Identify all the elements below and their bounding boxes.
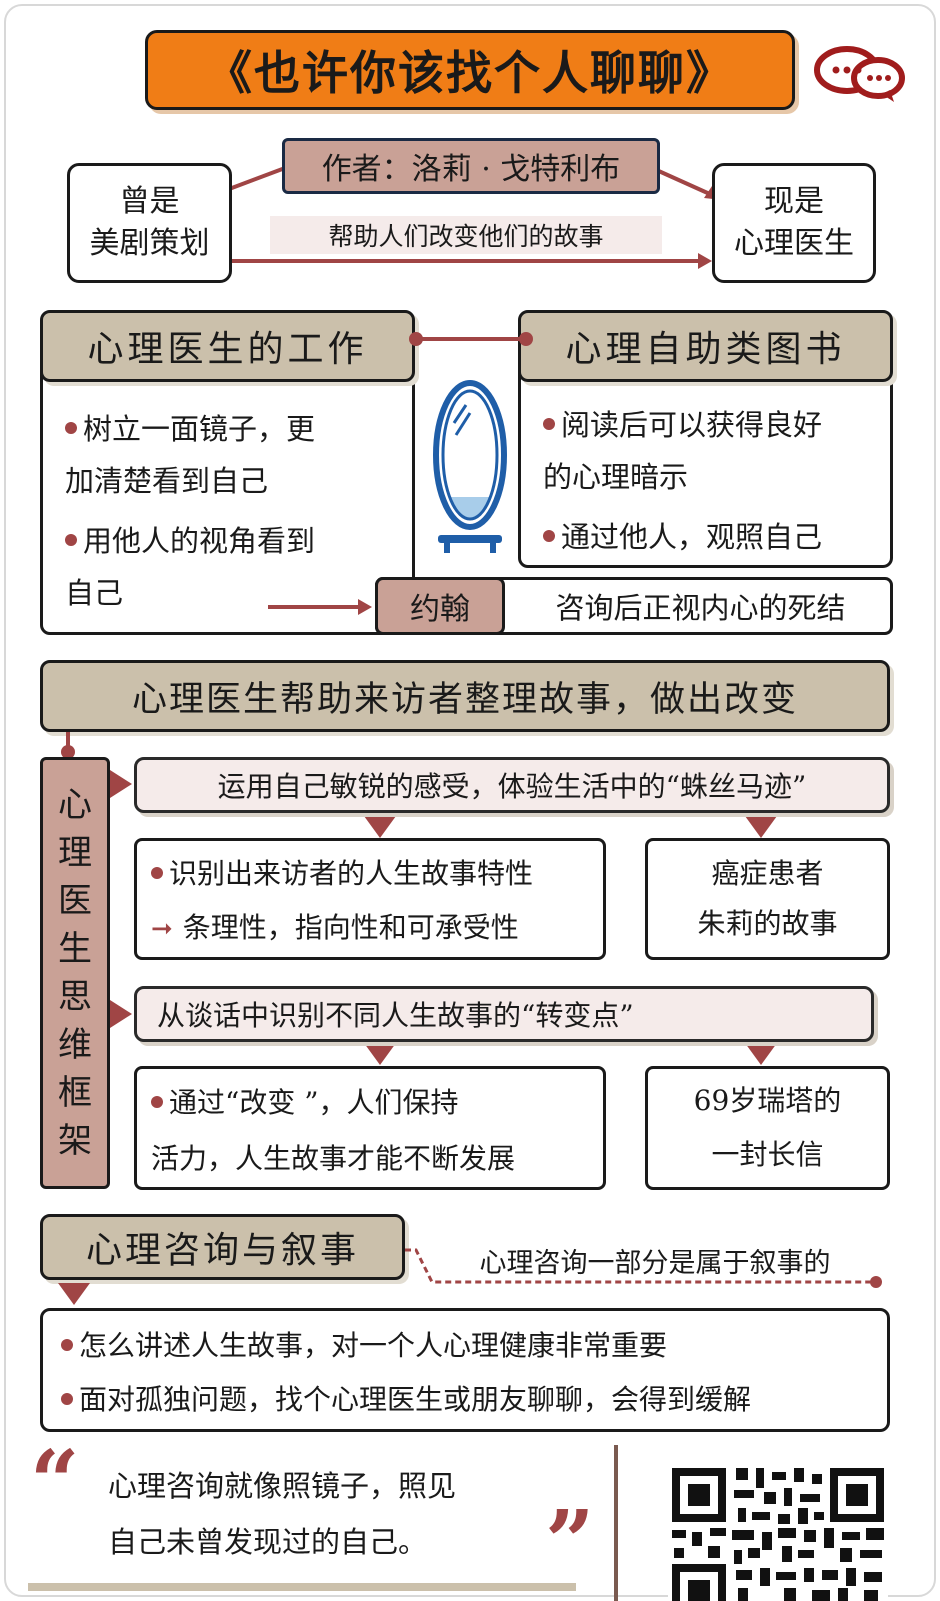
- narrative-item1: 怎么讲述人生故事，对一个人心理健康非常重要: [61, 1319, 751, 1373]
- narrative-connectors: [58, 1248, 882, 1305]
- quote-line1: 心理咨询就像照镜子，照见: [108, 1469, 457, 1503]
- narrative-box: 怎么讲述人生故事，对一个人心理健康非常重要 面对孤独问题，找个心理医生或朋友聊聊…: [40, 1308, 890, 1432]
- quote-text: 心理咨询就像照镜子，照见 自己未曾发现过的自己。: [108, 1458, 456, 1570]
- narrative-note-text: 心理咨询一部分是属于叙事的: [479, 1247, 831, 1279]
- bullet-icon: [61, 1338, 73, 1351]
- quote-open-mark: “: [30, 1432, 80, 1533]
- quote-line2: 自己未曾发现过的自己。: [108, 1525, 428, 1559]
- qr-code-icon: [668, 1464, 888, 1601]
- narrative-item2: 面对孤独问题，找个心理医生或朋友聊聊，会得到缓解: [61, 1373, 751, 1427]
- narrative-note: 心理咨询一部分是属于叙事的: [430, 1240, 880, 1280]
- vertical-divider: [614, 1445, 618, 1601]
- bullet-icon: [61, 1392, 73, 1405]
- quote-close-mark: ”: [545, 1492, 595, 1593]
- quote-underline: [28, 1583, 576, 1591]
